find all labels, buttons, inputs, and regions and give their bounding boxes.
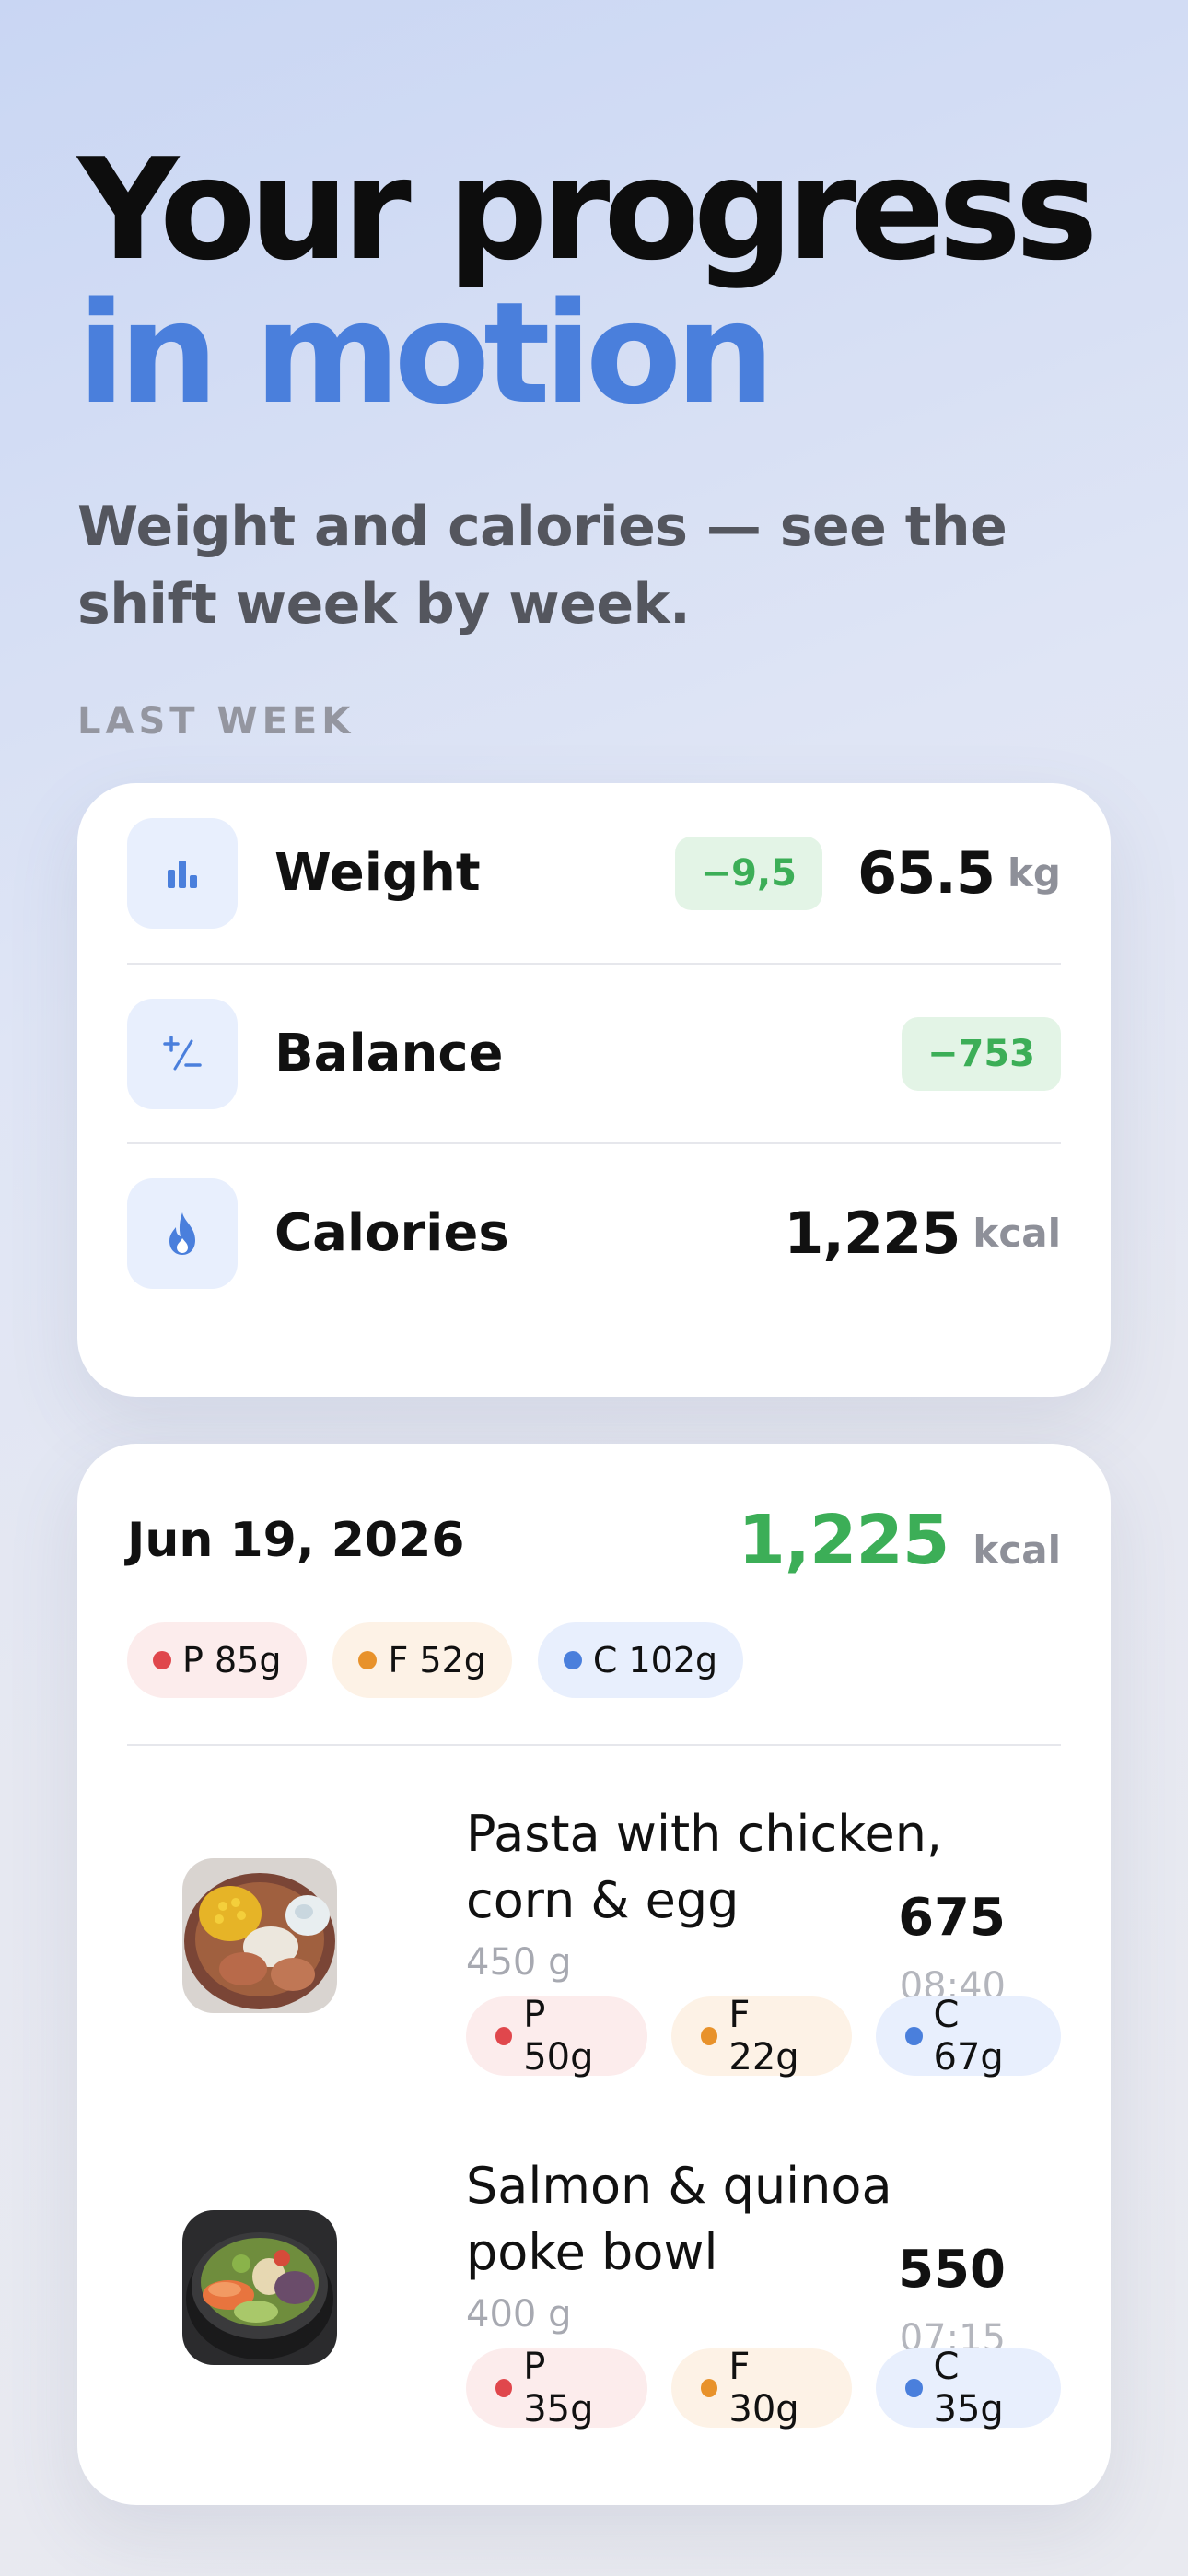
page-subtitle: Weight and calories — see the shift week… (77, 495, 1007, 637)
carb-pill: C 102g (537, 1622, 744, 1698)
carb-dot (563, 1651, 582, 1669)
carb-value: C 67g (933, 1994, 1004, 2078)
protein-value: P 85g (182, 1640, 282, 1680)
day-header: Jun 19, 2026 1,225 kcal (127, 1444, 1061, 1624)
page-title-line1: Your progress (77, 128, 1099, 291)
day-total-kcal: 1,225 (738, 1501, 949, 1580)
carb-pill: C 67g (876, 1994, 1061, 2078)
metric-row-calories[interactable]: Calories 1,225 kcal (127, 1142, 1061, 1322)
fat-value: F 22g (728, 1994, 799, 2078)
metric-value: 65.5 (857, 839, 996, 907)
fat-pill: F 22g (671, 1994, 853, 2078)
meal-macros: P 50g F 22g C 67g (466, 1994, 1061, 2078)
protein-pill: P 35g (466, 2346, 648, 2430)
day-macros: P 85g F 52g C 102g (127, 1622, 1061, 1698)
plus-minus-icon (127, 998, 238, 1109)
metric-unit: kcal (973, 1211, 1061, 1256)
protein-dot (495, 2379, 513, 2397)
fat-dot (701, 2379, 718, 2397)
bar-chart-icon (127, 817, 238, 929)
metric-row-balance[interactable]: Balance −753 (127, 963, 1061, 1142)
flame-icon (127, 1177, 238, 1289)
meal-macros: P 35g F 30g C 35g (466, 2346, 1061, 2430)
divider (127, 1744, 1061, 1746)
fat-dot (358, 1651, 378, 1669)
day-kcal-unit: kcal (973, 1528, 1061, 1573)
meal-item[interactable]: Pasta with chicken, corn & egg 450 g 675… (127, 1801, 1061, 2153)
carb-dot (905, 2379, 923, 2397)
metric-label: Calories (274, 1203, 509, 1263)
meal-kcal: 550 (898, 2240, 1006, 2300)
carb-dot (905, 2027, 923, 2045)
metric-row-weight[interactable]: Weight −9,5 65.5 kg (127, 783, 1061, 963)
protein-dot (495, 2027, 513, 2045)
protein-dot (153, 1651, 171, 1669)
meal-photo-pasta (182, 1858, 337, 2013)
carb-pill: C 35g (876, 2346, 1061, 2430)
delta-badge: −753 (901, 1016, 1061, 1091)
section-label: LAST WEEK (77, 700, 355, 743)
weekly-summary-card: Weight −9,5 65.5 kg Balance −753 Calorie… (77, 783, 1111, 1397)
protein-value: P 50g (523, 1994, 594, 2078)
fat-pill: F 52g (332, 1622, 512, 1698)
protein-pill: P 85g (127, 1622, 308, 1698)
metric-value: 1,225 (784, 1200, 961, 1267)
meal-kcal: 675 (898, 1888, 1006, 1948)
hero: Your progress in motion Weight and calor… (77, 138, 1127, 643)
metric-label: Balance (274, 1024, 504, 1083)
page-title-line2: in motion (77, 272, 775, 435)
fat-dot (701, 2027, 718, 2045)
fat-pill: F 30g (671, 2346, 853, 2430)
protein-value: P 35g (523, 2346, 594, 2430)
fat-value: F 30g (728, 2346, 799, 2430)
carb-value: C 35g (933, 2346, 1004, 2430)
metric-unit: kg (1007, 850, 1061, 896)
day-log-card: Jun 19, 2026 1,225 kcal P 85g F 52g C 10… (77, 1444, 1111, 2505)
fat-value: F 52g (388, 1640, 486, 1680)
meal-photo-poke (182, 2210, 337, 2365)
protein-pill: P 50g (466, 1994, 648, 2078)
carb-value: C 102g (592, 1640, 718, 1680)
metric-label: Weight (274, 843, 481, 903)
meal-item[interactable]: Salmon & quinoa poke bowl 400 g 550 07:1… (127, 2153, 1061, 2505)
day-date: Jun 19, 2026 (127, 1513, 465, 1568)
delta-badge: −9,5 (674, 836, 823, 910)
